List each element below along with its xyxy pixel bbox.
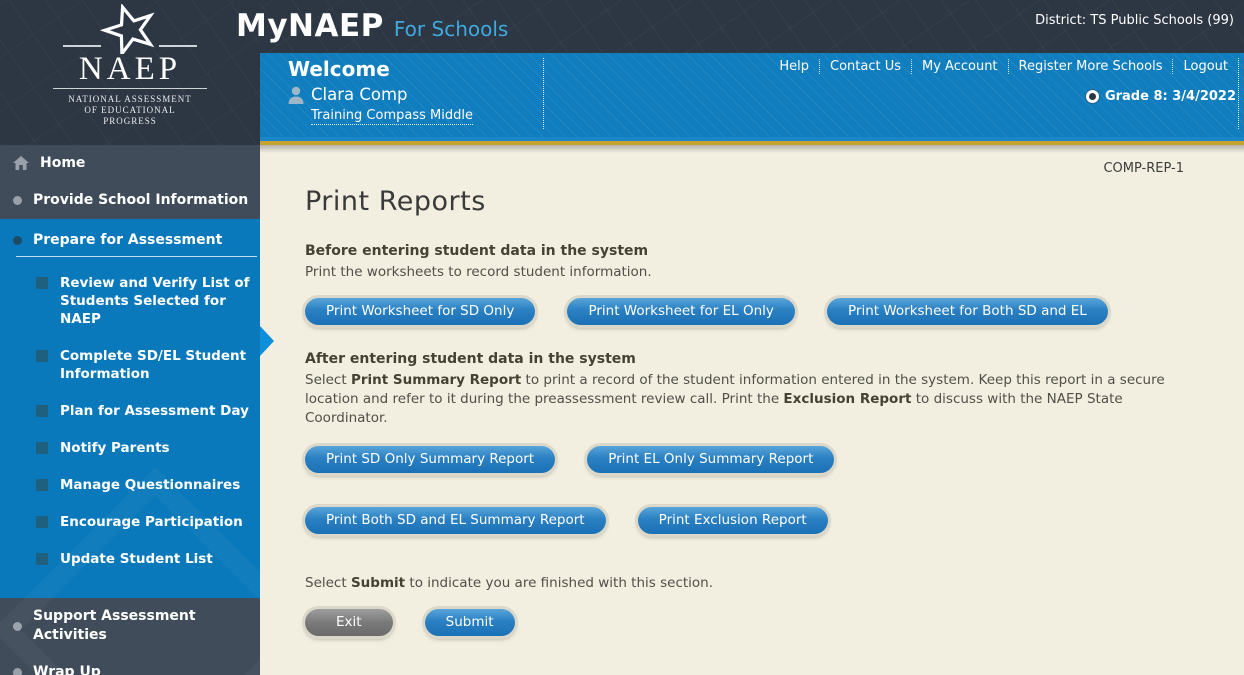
sidebar-item-label: Plan for Assessment Day xyxy=(60,403,249,419)
print-sd-only-summary-report-button[interactable]: Print SD Only Summary Report xyxy=(305,446,556,473)
square-bullet-icon xyxy=(36,350,48,362)
worksheet-button-row: Print Worksheet for SD Only Print Worksh… xyxy=(305,298,1184,325)
print-worksheet-el-only-button[interactable]: Print Worksheet for EL Only xyxy=(567,298,795,325)
naep-logo: NAEP NATIONAL ASSESSMENT OF EDUCATIONAL … xyxy=(45,4,215,127)
submit-emphasis: Submit xyxy=(350,575,406,591)
print-el-only-summary-report-button[interactable]: Print EL Only Summary Report xyxy=(587,446,835,473)
square-bullet-icon xyxy=(36,405,48,417)
print-exclusion-report-button[interactable]: Print Exclusion Report xyxy=(637,507,828,534)
nav-link-help[interactable]: Help xyxy=(769,59,819,74)
page-title: Print Reports xyxy=(305,186,486,217)
app-subtitle: For Schools xyxy=(393,17,509,41)
square-bullet-icon xyxy=(36,442,48,454)
grade-selector[interactable]: Grade 8: 3/4/2022 xyxy=(1085,89,1236,104)
submit-button[interactable]: Submit xyxy=(424,609,515,636)
sidebar-item-label: Complete SD/EL Student Information xyxy=(60,348,247,382)
summary-button-row-2: Print Both SD and EL Summary Report Prin… xyxy=(305,507,1184,534)
submit-instruction: Select Submit to indicate you are finish… xyxy=(305,575,714,591)
user-name: Clara Comp xyxy=(311,85,408,104)
square-bullet-icon xyxy=(36,277,48,289)
sidebar-item-complete-sd-el-student-information[interactable]: Complete SD/EL Student Information xyxy=(0,347,260,383)
after-section-heading: After entering student data in the syste… xyxy=(305,351,636,367)
sidebar-item-provide-school-information[interactable]: Provide School Information xyxy=(0,182,260,219)
sidebar-item-plan-for-assessment-day[interactable]: Plan for Assessment Day xyxy=(0,402,260,420)
before-section-body: Print the worksheets to record student i… xyxy=(305,264,652,280)
bullet-icon xyxy=(13,235,22,245)
square-bullet-icon xyxy=(36,516,48,528)
radio-selected-icon xyxy=(1085,90,1099,103)
logo-divider xyxy=(53,88,207,89)
top-header-band: MyNAEP For Schools District: TS Public Sc… xyxy=(236,0,1244,53)
nav-link-my-account[interactable]: My Account xyxy=(911,59,1008,74)
naep-logo-panel: NAEP NATIONAL ASSESSMENT OF EDUCATIONAL … xyxy=(0,0,260,145)
naep-logo-caption: NATIONAL ASSESSMENT OF EDUCATIONAL PROGR… xyxy=(68,94,192,126)
sidebar-item-review-and-verify-list[interactable]: Review and Verify List of Students Selec… xyxy=(0,274,260,328)
print-worksheet-both-sd-el-button[interactable]: Print Worksheet for Both SD and EL xyxy=(826,298,1108,325)
footer-button-row: Exit Submit xyxy=(305,609,1184,636)
app-brand: MyNAEP For Schools xyxy=(236,8,508,44)
bullet-icon xyxy=(13,196,22,205)
print-worksheet-sd-only-button[interactable]: Print Worksheet for SD Only xyxy=(305,298,536,325)
nav-link-contact-us[interactable]: Contact Us xyxy=(819,59,911,74)
user-icon xyxy=(288,86,304,104)
welcome-label: Welcome xyxy=(288,57,390,81)
sidebar-item-prepare-for-assessment[interactable]: Prepare for Assessment xyxy=(0,223,260,252)
page-code: COMP-REP-1 xyxy=(1103,161,1184,176)
sidebar-item-label: Prepare for Assessment xyxy=(33,232,223,248)
nav-link-register-more-schools[interactable]: Register More Schools xyxy=(1007,59,1173,74)
print-both-sd-el-summary-report-button[interactable]: Print Both SD and EL Summary Report xyxy=(305,507,606,534)
main-content: COMP-REP-1 Print Reports Before entering… xyxy=(260,145,1244,675)
naep-star-icon xyxy=(63,4,197,54)
sidebar-item-label: Notify Parents xyxy=(60,440,170,456)
sidebar-item-label: Home xyxy=(40,155,86,171)
welcome-block: Welcome Clara Comp Training Compass Midd… xyxy=(288,57,473,125)
grade-label: Grade 8: 3/4/2022 xyxy=(1104,89,1236,104)
naep-logo-acronym: NAEP xyxy=(78,51,182,87)
print-summary-report-emphasis: Print Summary Report xyxy=(350,372,522,388)
home-icon xyxy=(13,156,29,170)
sidebar: NAEP NATIONAL ASSESSMENT OF EDUCATIONAL … xyxy=(0,0,260,675)
mynaep-app-window: NAEP NATIONAL ASSESSMENT OF EDUCATIONAL … xyxy=(0,0,1244,675)
exit-button[interactable]: Exit xyxy=(305,609,393,636)
sidebar-item-home[interactable]: Home xyxy=(0,145,260,182)
summary-button-row-1: Print SD Only Summary Report Print EL On… xyxy=(305,446,1184,473)
exclusion-report-emphasis: Exclusion Report xyxy=(783,391,912,407)
sidebar-item-notify-parents[interactable]: Notify Parents xyxy=(0,439,260,457)
nav-link-logout[interactable]: Logout xyxy=(1172,59,1238,74)
welcome-bar: Welcome Clara Comp Training Compass Midd… xyxy=(260,53,1244,137)
sidebar-item-label: Provide School Information xyxy=(33,192,249,208)
sidebar-item-label: Review and Verify List of Students Selec… xyxy=(60,275,250,327)
after-section-body: Select Print Summary Report to print a r… xyxy=(305,372,1165,426)
before-section-heading: Before entering student data in the syst… xyxy=(305,243,649,259)
vertical-dotted-divider xyxy=(543,58,544,129)
school-name-link[interactable]: Training Compass Middle xyxy=(311,108,473,125)
square-bullet-icon xyxy=(36,553,48,565)
header-nav: Help Contact Us My Account Register More… xyxy=(769,59,1238,74)
bullet-icon xyxy=(13,668,22,675)
square-bullet-icon xyxy=(36,479,48,491)
district-label: District: TS Public Schools (99) xyxy=(1035,13,1234,28)
vertical-dotted-divider xyxy=(1238,58,1239,129)
app-title: MyNAEP xyxy=(236,8,384,44)
